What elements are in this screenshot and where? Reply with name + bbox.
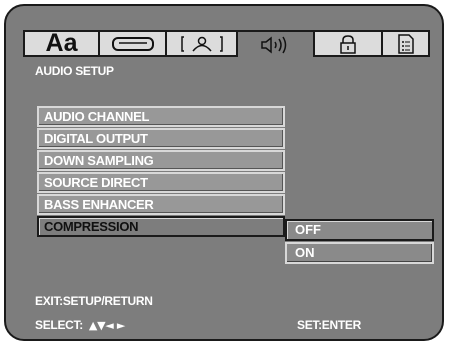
- arrow-keys-icon: ▲▼◄ ►: [88, 319, 126, 332]
- set-hint: SET:ENTER: [297, 318, 361, 332]
- tab-language[interactable]: Aa: [25, 29, 100, 57]
- menu-item-digital-output[interactable]: DIGITAL OUTPUT: [37, 128, 285, 149]
- menu-item-down-sampling[interactable]: DOWN SAMPLING: [37, 150, 285, 171]
- speaker-layout-icon: [180, 35, 223, 52]
- tab-bar: Aa: [23, 30, 430, 57]
- menu-item-audio-channel[interactable]: AUDIO CHANNEL: [37, 106, 285, 127]
- language-icon: Aa: [45, 29, 78, 57]
- exit-hint: EXIT:SETUP/RETURN: [35, 294, 153, 308]
- compression-options: OFF ON: [285, 219, 434, 265]
- option-off[interactable]: OFF: [285, 219, 434, 241]
- tab-speaker[interactable]: [167, 32, 238, 55]
- tab-misc[interactable]: [383, 32, 428, 55]
- screen-icon: [111, 36, 154, 51]
- audio-icon: [260, 35, 286, 54]
- tab-audio[interactable]: [238, 32, 315, 57]
- audio-setup-menu: AUDIO CHANNEL DIGITAL OUTPUT DOWN SAMPLI…: [37, 106, 285, 238]
- page-title: AUDIO SETUP: [35, 64, 114, 78]
- option-on[interactable]: ON: [285, 242, 434, 264]
- menu-item-source-direct[interactable]: SOURCE DIRECT: [37, 172, 285, 193]
- lock-icon: [340, 34, 356, 54]
- tab-display[interactable]: [100, 32, 167, 55]
- menu-item-compression[interactable]: COMPRESSION: [37, 216, 285, 237]
- select-hint-row: SELECT: ▲▼◄ ►: [35, 318, 125, 332]
- select-hint: SELECT:: [35, 318, 83, 332]
- tab-lock[interactable]: [315, 32, 383, 55]
- misc-settings-icon: [397, 33, 414, 54]
- menu-item-bass-enhancer[interactable]: BASS ENHANCER: [37, 194, 285, 215]
